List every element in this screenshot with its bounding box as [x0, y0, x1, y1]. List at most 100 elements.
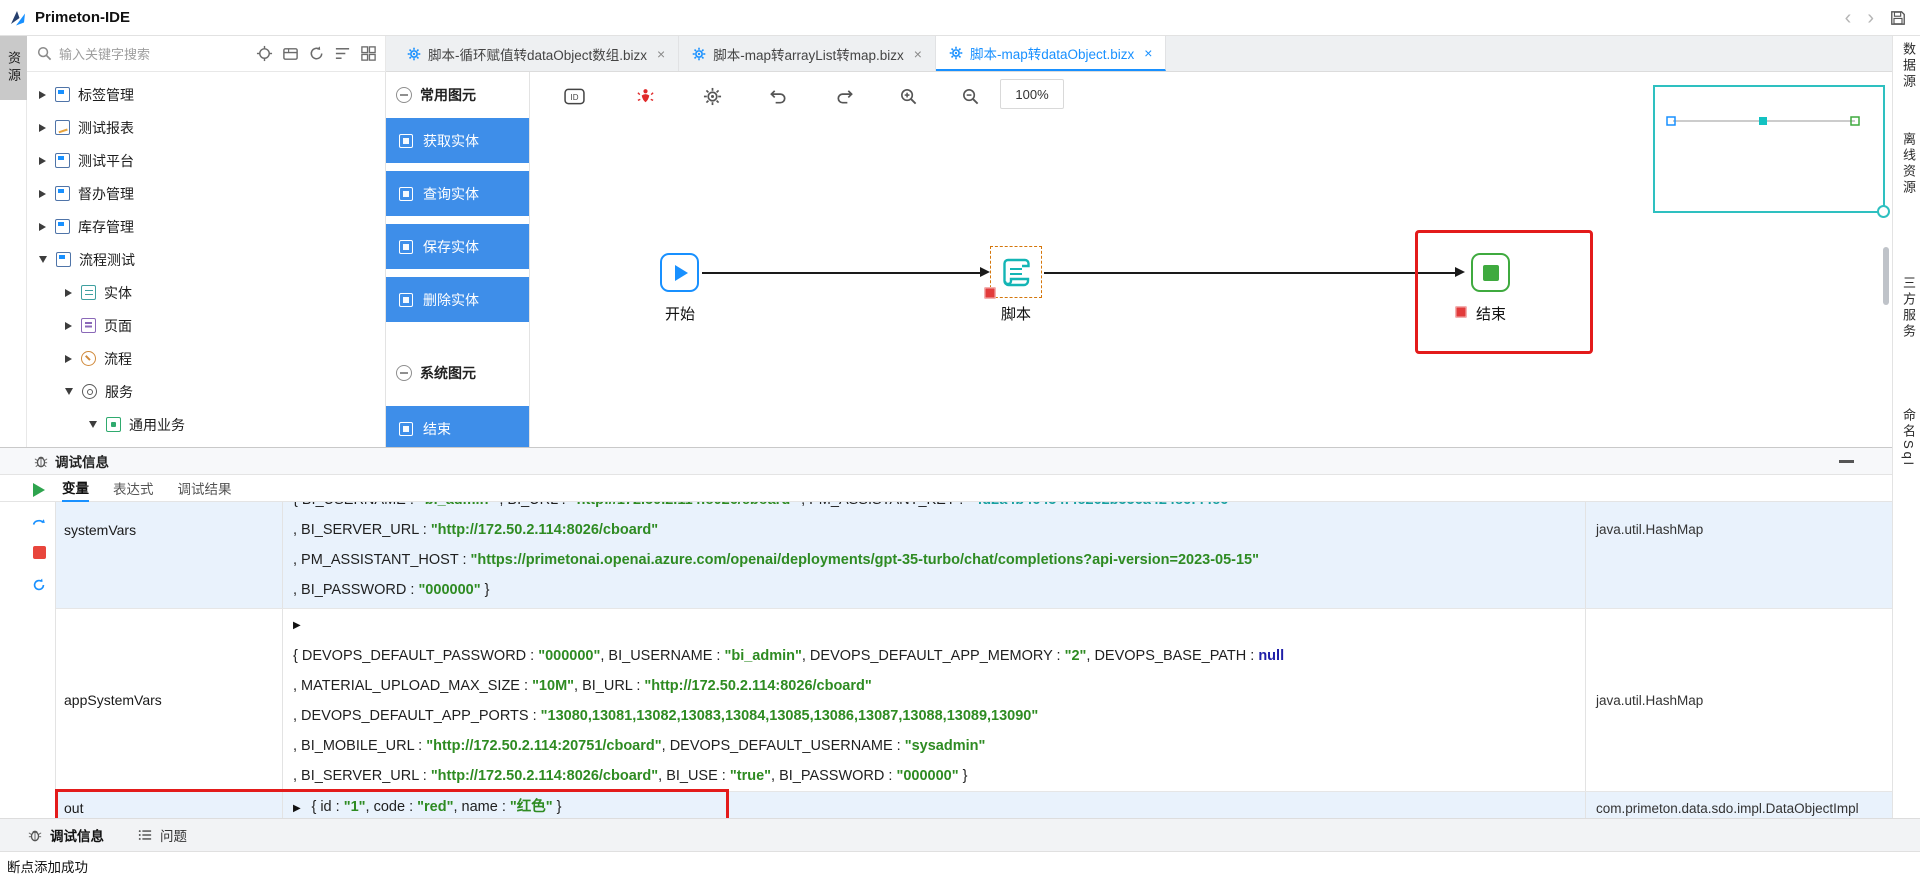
- debug-row[interactable]: appSystemVars▶{ DEVOPS_DEFAULT_PASSWORD …: [56, 609, 1892, 792]
- grid-view-icon[interactable]: [360, 45, 377, 62]
- tab-close-icon[interactable]: ×: [914, 46, 922, 62]
- tree-item[interactable]: 服务: [27, 375, 385, 408]
- tree-item[interactable]: 督办管理: [27, 177, 385, 210]
- zoom-level-select[interactable]: 100%: [1000, 79, 1064, 109]
- palette-item[interactable]: 结束: [386, 406, 529, 447]
- zoom-out-icon[interactable]: [958, 84, 982, 108]
- script-scroll-icon: [998, 254, 1034, 290]
- package-icon[interactable]: [282, 45, 299, 62]
- caret-icon[interactable]: [65, 355, 72, 363]
- stop-icon[interactable]: [30, 543, 48, 561]
- left-dock: 资源: [0, 36, 27, 447]
- debug-tab[interactable]: 变量: [62, 475, 89, 502]
- right-dock-tab[interactable]: 命名Sql: [1899, 408, 1918, 468]
- canvas-scrollbar[interactable]: [1883, 247, 1889, 305]
- undo-icon[interactable]: [766, 84, 790, 108]
- flow-canvas[interactable]: ID 100% 开始 脚本 结束: [530, 72, 1892, 447]
- play-glyph-icon: [675, 265, 688, 281]
- redo-icon[interactable]: [833, 84, 857, 108]
- tree-item[interactable]: 通用业务: [27, 408, 385, 441]
- collapse-section-icon[interactable]: [396, 87, 412, 103]
- locate-icon[interactable]: [256, 45, 273, 62]
- entity-shape-icon: [399, 134, 413, 148]
- variable-type-cell: java.util.HashMap: [1586, 609, 1892, 791]
- refresh-icon[interactable]: [308, 45, 325, 62]
- palette-item[interactable]: 获取实体: [386, 118, 529, 163]
- caret-icon[interactable]: [39, 157, 46, 165]
- right-dock-tab[interactable]: 离线资源: [1899, 132, 1918, 196]
- editor-tab[interactable]: 脚本-map转arrayList转map.bizx×: [679, 36, 936, 71]
- tab-close-icon[interactable]: ×: [657, 46, 665, 62]
- tree-item[interactable]: 库存管理: [27, 210, 385, 243]
- tab-label: 脚本-循环赋值转dataObject数组.bizx: [428, 44, 647, 64]
- zoom-in-icon[interactable]: [896, 84, 920, 108]
- minimap[interactable]: [1653, 85, 1885, 213]
- caret-icon[interactable]: [39, 124, 46, 132]
- value-line: , MATERIAL_UPLOAD_MAX_SIZE : "10M", BI_U…: [293, 671, 1575, 701]
- project-icon: [55, 186, 70, 201]
- step-over-icon[interactable]: [30, 512, 48, 530]
- editor-tab[interactable]: 脚本-循环赋值转dataObject数组.bizx ×: [394, 36, 679, 71]
- debug-run-icon[interactable]: [633, 84, 657, 108]
- debug-settings-icon[interactable]: [700, 84, 724, 108]
- caret-icon[interactable]: [65, 388, 73, 395]
- stop-glyph-icon: [1483, 265, 1499, 281]
- palette-item[interactable]: 删除实体: [386, 277, 529, 322]
- palette-section-header[interactable]: 系统图元: [386, 358, 529, 388]
- palette-item[interactable]: 查询实体: [386, 171, 529, 216]
- titlebar-actions: ‹ ›: [1845, 0, 1906, 36]
- debug-row[interactable]: systemVars{ BI_USERNAME : "bi_admin" , B…: [56, 502, 1892, 609]
- caret-icon[interactable]: [39, 190, 46, 198]
- service-icon: [82, 384, 97, 399]
- editor-tab[interactable]: 脚本-map转dataObject.bizx×: [936, 36, 1167, 71]
- caret-icon[interactable]: [65, 289, 72, 297]
- palette-item[interactable]: 保存实体: [386, 224, 529, 269]
- caret-icon[interactable]: [39, 223, 46, 231]
- tab-close-icon[interactable]: ×: [1144, 45, 1152, 61]
- debug-tab[interactable]: 调试结果: [178, 475, 232, 502]
- tree-item[interactable]: 测试平台: [27, 144, 385, 177]
- tree-item[interactable]: 流程测试: [27, 243, 385, 276]
- search-input[interactable]: 输入关键字搜索: [59, 44, 256, 63]
- id-badge-icon[interactable]: ID: [562, 84, 586, 108]
- tree-item[interactable]: 流程: [27, 342, 385, 375]
- bottom-tab-label: 问题: [160, 825, 187, 845]
- caret-icon[interactable]: [65, 322, 72, 330]
- resources-dock-tab[interactable]: 资源: [0, 36, 27, 100]
- tree-item[interactable]: 标签管理: [27, 78, 385, 111]
- breakpoint-marker[interactable]: [984, 287, 996, 299]
- right-dock-tab[interactable]: 三方服务: [1899, 276, 1918, 340]
- tree-item[interactable]: 页面: [27, 309, 385, 342]
- save-layout-icon[interactable]: [1890, 10, 1906, 26]
- debug-tab[interactable]: 表达式: [113, 475, 154, 502]
- tree-item-label: 流程: [104, 349, 132, 369]
- debug-table: systemVars{ BI_USERNAME : "bi_admin" , B…: [55, 502, 1892, 825]
- nav-back-icon[interactable]: ‹: [1845, 8, 1852, 28]
- resume-icon[interactable]: [30, 481, 48, 499]
- nav-forward-icon[interactable]: ›: [1867, 8, 1874, 28]
- caret-icon[interactable]: [89, 421, 97, 428]
- start-node[interactable]: [660, 253, 699, 292]
- palette-section-header[interactable]: 常用图元: [386, 80, 529, 110]
- sort-icon[interactable]: [334, 45, 351, 62]
- minimap-resize-handle[interactable]: [1877, 205, 1890, 218]
- page-icon: [81, 318, 96, 333]
- caret-icon[interactable]: [39, 256, 47, 263]
- tree-item[interactable]: 测试报表: [27, 111, 385, 144]
- entity-shape-icon: [399, 422, 413, 436]
- minimize-panel-icon[interactable]: [1839, 460, 1854, 463]
- flow-connector[interactable]: [1044, 272, 1455, 274]
- rerun-icon[interactable]: [30, 576, 48, 594]
- script-node[interactable]: [990, 246, 1042, 298]
- debug-panel-header[interactable]: 调试信息: [0, 448, 1892, 475]
- value-line: ▶: [293, 609, 1575, 641]
- collapse-section-icon[interactable]: [396, 365, 412, 381]
- tree-item[interactable]: 实体: [27, 276, 385, 309]
- end-node[interactable]: [1471, 253, 1510, 292]
- right-dock-tab[interactable]: 数据源: [1899, 42, 1918, 90]
- bottom-tab[interactable]: 调试信息: [28, 825, 104, 845]
- caret-icon[interactable]: [39, 91, 46, 99]
- bottom-tabbar: 调试信息 问题: [0, 818, 1920, 851]
- bottom-tab[interactable]: 问题: [138, 825, 187, 845]
- flow-connector[interactable]: [702, 272, 980, 274]
